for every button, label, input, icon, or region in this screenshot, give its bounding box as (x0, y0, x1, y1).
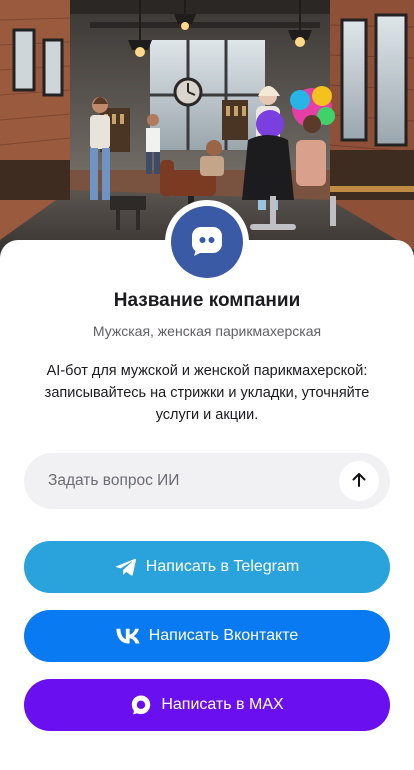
company-description: AI-бот для мужской и женской парикмахерс… (44, 363, 370, 423)
telegram-button-label: Написать в Telegram (145, 558, 300, 575)
vk-button-label: Написать Вконтакте (148, 627, 299, 644)
max-button-label: Написать в MAX (161, 696, 284, 713)
max-icon (130, 694, 152, 716)
send-button[interactable] (339, 461, 379, 501)
vk-button[interactable]: Написать Вконтакте (24, 610, 390, 662)
app-page: Название компании Мужская, женская парик… (0, 0, 414, 770)
vk-icon (116, 628, 140, 644)
company-name: Название компании (113, 290, 301, 311)
chat-bubble-icon (189, 222, 225, 263)
ask-ai-field (24, 453, 390, 509)
telegram-icon (115, 557, 137, 577)
ask-ai-input[interactable] (48, 453, 338, 509)
company-type: Мужская, женская парикмахерская (92, 323, 322, 339)
arrow-up-icon (350, 471, 368, 492)
avatar (171, 206, 243, 278)
telegram-button[interactable]: Написать в Telegram (24, 541, 390, 593)
max-button[interactable]: Написать в MAX (24, 679, 390, 731)
